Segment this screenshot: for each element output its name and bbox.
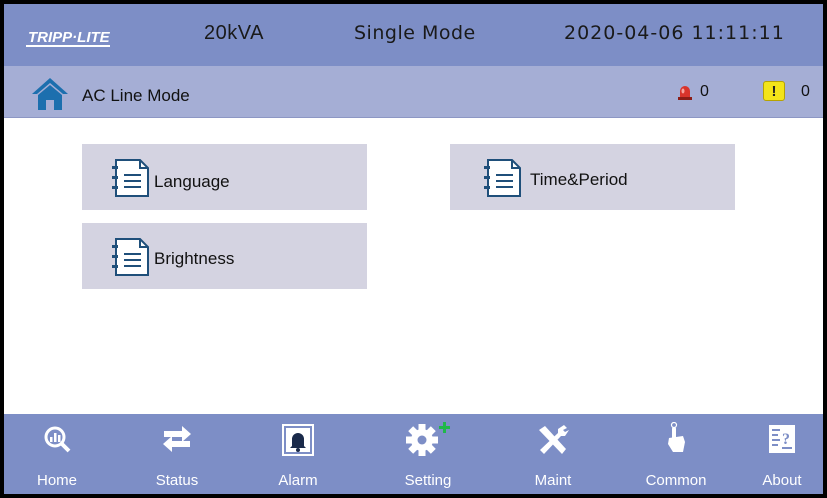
- nav-setting[interactable]: Setting: [383, 414, 473, 494]
- nav-home[interactable]: Home: [12, 414, 102, 494]
- document-list-icon: [484, 159, 521, 197]
- svg-text:?: ?: [782, 431, 790, 448]
- operation-mode-label: Single Mode: [354, 22, 476, 44]
- logo-text: TRIPP·LITE: [28, 29, 110, 46]
- language-button[interactable]: Language: [82, 144, 367, 210]
- alarm-light-icon: [678, 86, 692, 100]
- nav-alarm-label: Alarm: [278, 472, 318, 489]
- tools-icon: [539, 425, 569, 454]
- nav-common-label: Common: [645, 472, 707, 489]
- swap-arrows-icon: [163, 426, 191, 452]
- info-document-icon: ?: [769, 425, 795, 453]
- nav-status[interactable]: Status: [132, 414, 222, 494]
- nav-about-label: About: [762, 472, 802, 489]
- time-period-button[interactable]: Time&Period: [450, 144, 735, 210]
- ups-display-screen: TRIPP·LITE 20kVA Single Mode 2020-04-06 …: [4, 4, 823, 494]
- brightness-button[interactable]: Brightness: [82, 223, 367, 289]
- status-bar: AC Line Mode 0 ! 0: [4, 66, 823, 118]
- alarm-count: 0: [700, 83, 709, 100]
- home-icon[interactable]: [30, 76, 70, 112]
- warning-count: 0: [801, 83, 810, 100]
- line-mode-label: AC Line Mode: [82, 86, 190, 105]
- warning-icon: !: [763, 81, 785, 101]
- nav-maint-label: Maint: [534, 472, 572, 489]
- magnifier-chart-icon: [44, 426, 71, 453]
- brightness-button-label: Brightness: [154, 249, 235, 268]
- language-button-label: Language: [154, 172, 230, 191]
- nav-home-label: Home: [36, 472, 77, 489]
- datetime-label: 2020-04-06 11:11:11: [564, 22, 785, 44]
- gear-plus-icon: [406, 422, 450, 456]
- nav-setting-label: Setting: [404, 472, 452, 489]
- document-list-icon: [112, 238, 149, 276]
- bottom-nav: Home Status Alarm Setting Maint Common ?…: [4, 414, 823, 494]
- bell-icon: [282, 424, 314, 456]
- nav-status-label: Status: [155, 472, 199, 489]
- nav-alarm[interactable]: Alarm: [253, 414, 343, 494]
- document-list-icon: [112, 159, 149, 197]
- top-bar: TRIPP·LITE 20kVA Single Mode 2020-04-06 …: [4, 4, 823, 66]
- time-period-button-label: Time&Period: [530, 170, 628, 189]
- nav-maint[interactable]: Maint: [508, 414, 598, 494]
- nav-about[interactable]: ? About: [737, 414, 823, 494]
- capacity-label: 20kVA: [204, 22, 264, 44]
- nav-common[interactable]: Common: [631, 414, 721, 494]
- tripp-lite-logo: TRIPP·LITE: [26, 29, 110, 47]
- pointing-hand-icon: [668, 422, 685, 452]
